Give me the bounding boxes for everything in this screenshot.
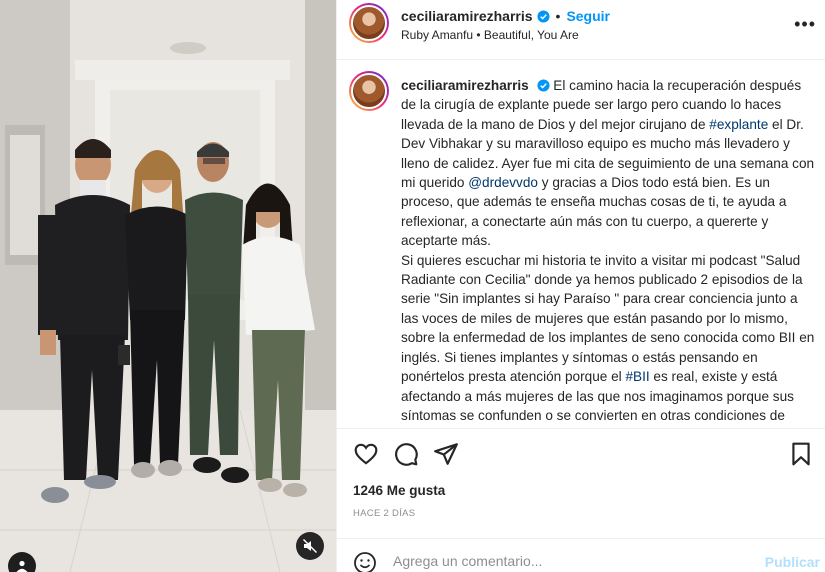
post-photo-image xyxy=(0,0,336,572)
hashtag-explante[interactable]: #explante xyxy=(709,117,768,132)
author-info: ceciliaramirezharris • Seguir xyxy=(401,8,610,24)
caption-p2-a: Si quieres escuchar mi historia te invit… xyxy=(401,252,815,385)
post-header: ceciliaramirezharris • Seguir Ruby Amanf… xyxy=(337,0,825,60)
header-separator: • xyxy=(555,8,561,24)
muted-speaker-icon xyxy=(302,538,318,554)
author-username[interactable]: ceciliaramirezharris xyxy=(401,8,533,24)
verified-badge-icon xyxy=(536,79,550,92)
comment-bar: Publicar xyxy=(337,538,825,572)
mention-drdevvdo[interactable]: @drdevvdo xyxy=(468,175,538,190)
caption-text: ceciliaramirezharris El camino hacia la … xyxy=(401,76,817,428)
comment-icon[interactable] xyxy=(393,441,419,467)
emoji-icon[interactable] xyxy=(353,551,377,572)
author-avatar[interactable] xyxy=(349,3,389,43)
like-count[interactable]: 1246 Me gusta xyxy=(353,483,445,498)
tagged-users-button[interactable] xyxy=(8,552,36,572)
post-timestamp[interactable]: HACE 2 DÍAS xyxy=(353,508,415,519)
post-actions: 1246 Me gusta HACE 2 DÍAS xyxy=(337,428,825,538)
bookmark-icon[interactable] xyxy=(788,441,814,467)
post-photo[interactable] xyxy=(0,0,336,572)
caption-section: ceciliaramirezharris El camino hacia la … xyxy=(337,60,825,428)
caption-author-avatar[interactable] xyxy=(349,71,389,111)
more-options-icon[interactable]: ••• xyxy=(794,14,816,35)
post-panel: ceciliaramirezharris • Seguir Ruby Amanf… xyxy=(336,0,825,572)
caption-username[interactable]: ceciliaramirezharris xyxy=(401,78,529,93)
music-attribution[interactable]: Ruby Amanfu • Beautiful, You Are xyxy=(401,28,579,42)
comment-input[interactable] xyxy=(393,553,733,569)
mute-toggle-button[interactable] xyxy=(296,532,324,560)
follow-button[interactable]: Seguir xyxy=(566,8,610,24)
post-comment-button[interactable]: Publicar xyxy=(765,554,820,570)
verified-badge-icon xyxy=(536,9,550,23)
heart-icon[interactable] xyxy=(353,441,379,467)
user-tag-icon xyxy=(16,560,28,572)
hashtag-bii[interactable]: #BII xyxy=(625,369,649,384)
send-icon[interactable] xyxy=(433,441,459,467)
